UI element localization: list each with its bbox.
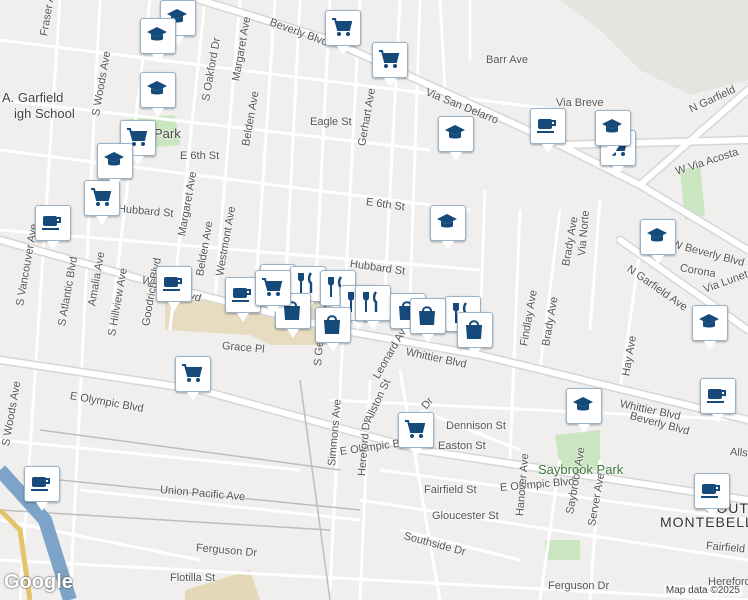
place-label: Saybrook Park [538, 462, 624, 477]
place-label: igh School [14, 106, 75, 121]
park-area [545, 540, 580, 560]
map-attribution[interactable]: Map data ©2025 [663, 585, 742, 596]
shopping-marker[interactable] [315, 307, 351, 352]
school-marker[interactable] [566, 388, 602, 433]
school-marker[interactable] [640, 219, 676, 264]
street-label: Easton St [438, 440, 486, 452]
school-marker[interactable] [140, 18, 176, 63]
street-label: Fairfield St [424, 484, 477, 496]
school-marker[interactable] [692, 305, 728, 350]
google-logo[interactable]: Google [4, 571, 73, 594]
shopping-marker[interactable] [410, 298, 446, 343]
cafe-marker[interactable] [24, 466, 60, 511]
map-canvas[interactable]: Fraser Ave S Woods Ave S Oakford Dr Marg… [0, 0, 748, 600]
street-label: Dennison St [446, 420, 506, 432]
street-label: Eagle St [310, 116, 352, 128]
cafe-marker[interactable] [156, 266, 192, 311]
cafe-marker[interactable] [35, 205, 71, 250]
grocery-marker[interactable] [372, 42, 408, 87]
street-label: Gloucester St [432, 510, 499, 522]
school-marker[interactable] [97, 143, 133, 188]
grocery-marker[interactable] [255, 270, 291, 315]
street-label: E 6th St [180, 150, 220, 162]
place-label: A. Garfield [2, 90, 64, 105]
street-label: Ferguson Dr [548, 580, 610, 592]
grocery-marker[interactable] [398, 412, 434, 457]
school-marker[interactable] [438, 116, 474, 161]
place-label: Park [154, 126, 181, 141]
school-marker[interactable] [430, 205, 466, 250]
cafe-marker[interactable] [700, 378, 736, 423]
cafe-marker[interactable] [694, 473, 730, 518]
school-marker[interactable] [140, 72, 176, 117]
restaurant-marker[interactable] [355, 285, 391, 330]
grocery-marker[interactable] [325, 10, 361, 55]
cafe-marker[interactable] [225, 277, 261, 322]
street-label: Barr Ave [486, 54, 528, 66]
cafe-marker[interactable] [530, 108, 566, 153]
shopping-marker[interactable] [457, 312, 493, 357]
street-label: Flotilla St [170, 572, 216, 584]
grocery-marker[interactable] [175, 356, 211, 401]
school-marker[interactable] [595, 110, 631, 155]
